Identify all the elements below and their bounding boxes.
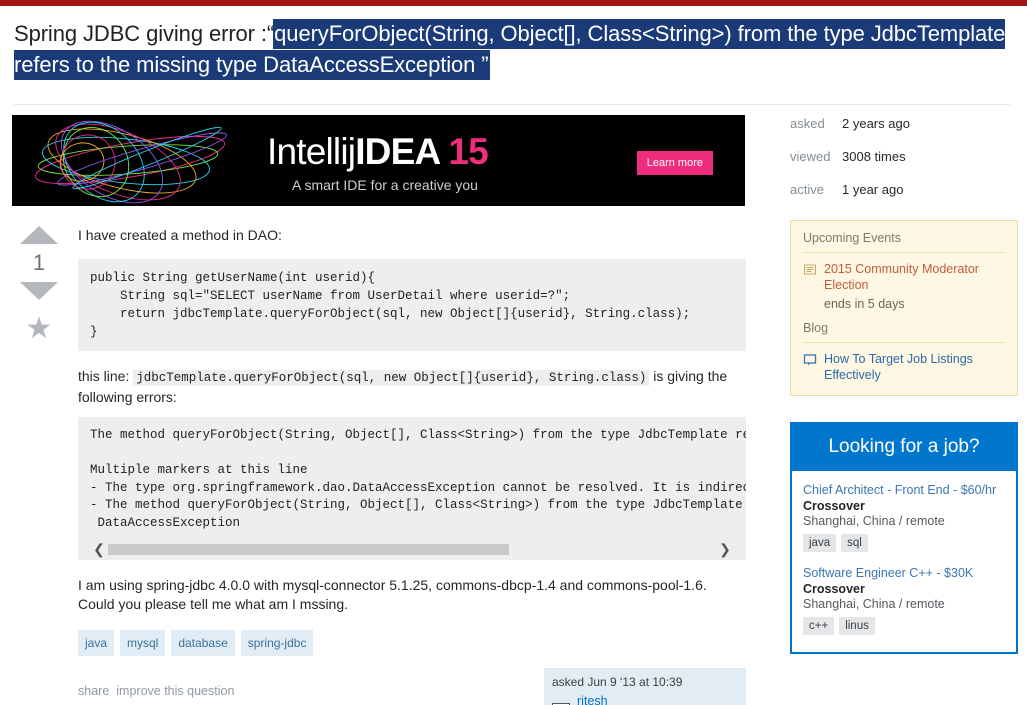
inline-code: jdbcTemplate.queryForObject(sql, new Obj… <box>133 370 650 386</box>
job-company: Crossover <box>803 582 865 596</box>
owner-user-card[interactable]: asked Jun 9 '13 at 10:39 ritesh 6021923 <box>544 668 746 705</box>
banner-wing-graphic <box>34 120 228 204</box>
closing-paragraph: I am using spring-jdbc 4.0.0 with mysql-… <box>78 577 707 612</box>
tag-database[interactable]: database <box>171 630 235 656</box>
vote-down-icon[interactable] <box>20 282 58 300</box>
banner-logo: IntellijIDEA 15 <box>267 131 489 172</box>
job-location: Shanghai, China / remote <box>803 597 945 611</box>
stat-active-label: active <box>790 182 824 197</box>
post-meta-row: share improve this question asked Jun 9 '… <box>78 668 746 705</box>
job-tag[interactable]: c++ <box>803 617 835 635</box>
jobs-module: Looking for a job? Chief Architect - Fro… <box>790 422 1018 654</box>
vote-cell: 1 ★ <box>12 220 66 705</box>
site-top-bar <box>0 0 1027 6</box>
blog-divider <box>803 342 1005 343</box>
learn-more-button[interactable]: Learn more <box>636 151 713 175</box>
stat-asked: asked 2 years ago <box>790 115 1018 132</box>
job-listing[interactable]: Software Engineer C++ - $30K Crossover S… <box>803 565 1005 635</box>
job-company: Crossover <box>803 499 865 513</box>
events-divider <box>803 252 1005 253</box>
chevron-right-icon[interactable]: ❯ <box>716 541 734 558</box>
asked-timestamp: asked Jun 9 '13 at 10:39 <box>552 675 683 689</box>
post-body: I have created a method in DAO: public S… <box>66 220 746 705</box>
banner-artwork <box>12 115 237 206</box>
blog-link[interactable]: How To Target Job Listings Effectively <box>824 351 1005 383</box>
banner-logo-bold: IDEA <box>355 131 441 172</box>
event-text: 2015 Community Moderator Election <box>824 261 1005 293</box>
question-post: 1 ★ I have created a method in DAO: publ… <box>12 220 746 705</box>
question-stats: asked 2 years ago viewed 3008 times acti… <box>790 115 1018 198</box>
event-item: 2015 Community Moderator Election <box>803 261 1005 293</box>
blog-item: How To Target Job Listings Effectively <box>803 351 1005 383</box>
scrollbar-thumb[interactable] <box>108 543 510 555</box>
tag-list: java mysql database spring-jdbc <box>78 630 746 656</box>
user-name-link[interactable]: ritesh <box>577 694 660 705</box>
question-title-area: Spring JDBC giving error :“queryForObjec… <box>14 18 1010 80</box>
job-listing[interactable]: Chief Architect - Front End - $60/hr Cro… <box>803 482 1005 552</box>
share-link[interactable]: share <box>78 684 109 698</box>
main-column: IntellijIDEA 15 A smart IDE for a creativ… <box>12 115 746 705</box>
stat-asked-label: asked <box>790 116 825 131</box>
tag-mysql[interactable]: mysql <box>120 630 166 656</box>
error-intro-paragraph: this line: jdbcTemplate.queryForObject(s… <box>78 367 746 407</box>
job-tag-list: c++ linus <box>803 617 1005 635</box>
ballot-icon <box>804 264 816 275</box>
stat-active: active 1 year ago <box>790 181 1018 198</box>
banner-tagline: A smart IDE for a creative you <box>292 177 478 193</box>
chevron-left-icon[interactable]: ❮ <box>90 541 108 558</box>
jobs-list: Chief Architect - Front End - $60/hr Cro… <box>792 471 1016 652</box>
error-output-block: The method queryForObject(String, Object… <box>78 417 746 560</box>
question-title-prefix: Spring JDBC giving error :“ <box>14 21 275 46</box>
improve-link[interactable]: improve this question <box>116 684 234 698</box>
event-deadline: ends in 5 days <box>824 297 905 311</box>
jobs-header: Looking for a job? <box>792 424 1016 471</box>
tag-spring-jdbc[interactable]: spring-jdbc <box>240 630 314 656</box>
scrollbar-track[interactable] <box>108 543 716 555</box>
job-tag[interactable]: linus <box>839 617 875 635</box>
speech-bubble-icon <box>803 354 817 366</box>
stat-active-value: 1 year ago <box>842 182 904 197</box>
vote-count: 1 <box>32 250 46 275</box>
job-tag[interactable]: sql <box>841 534 868 552</box>
title-divider <box>14 104 1010 105</box>
vote-up-icon[interactable] <box>20 226 58 244</box>
community-bulletin-module: Upcoming Events 2015 Community Moderator… <box>790 220 1018 396</box>
user-details: ritesh 6021923 <box>552 694 738 705</box>
intro-paragraph: I have created a method in DAO: <box>78 227 282 243</box>
upcoming-events-title: Upcoming Events <box>803 231 901 245</box>
stat-viewed-label: viewed <box>790 149 831 164</box>
error-intro-prefix: this line: <box>78 368 130 384</box>
right-sidebar: asked 2 years ago viewed 3008 times acti… <box>790 115 1018 654</box>
page-title: Spring JDBC giving error :“queryForObjec… <box>14 18 1010 80</box>
java-code-block: public String getUserName(int userid){ S… <box>78 259 746 351</box>
tag-java[interactable]: java <box>78 630 115 656</box>
job-location: Shanghai, China / remote <box>803 514 945 528</box>
job-title[interactable]: Software Engineer C++ - $30K <box>803 565 1005 581</box>
job-tag[interactable]: java <box>803 534 837 552</box>
banner-logo-light: Intellij <box>267 131 356 172</box>
horizontal-scrollbar[interactable]: ❮ ❯ <box>90 538 734 560</box>
page-root: Spring JDBC giving error :“queryForObjec… <box>0 0 1027 705</box>
error-output-text: The method queryForObject(String, Object… <box>90 428 746 530</box>
stat-viewed: viewed 3008 times <box>790 148 1018 165</box>
banner-logo-version: 15 <box>448 131 488 172</box>
job-title[interactable]: Chief Architect - Front End - $60/hr <box>803 482 1005 498</box>
job-tag-list: java sql <box>803 534 1005 552</box>
star-icon[interactable]: ★ <box>12 314 66 344</box>
user-info: ritesh 6021923 <box>577 694 660 705</box>
stat-asked-value: 2 years ago <box>842 116 910 131</box>
stat-viewed-value: 3008 times <box>842 149 906 164</box>
event-link[interactable]: 2015 Community Moderator Election <box>824 261 1005 293</box>
blog-title: Blog <box>803 321 829 335</box>
advertisement-banner[interactable]: IntellijIDEA 15 A smart IDE for a creativ… <box>12 115 745 206</box>
